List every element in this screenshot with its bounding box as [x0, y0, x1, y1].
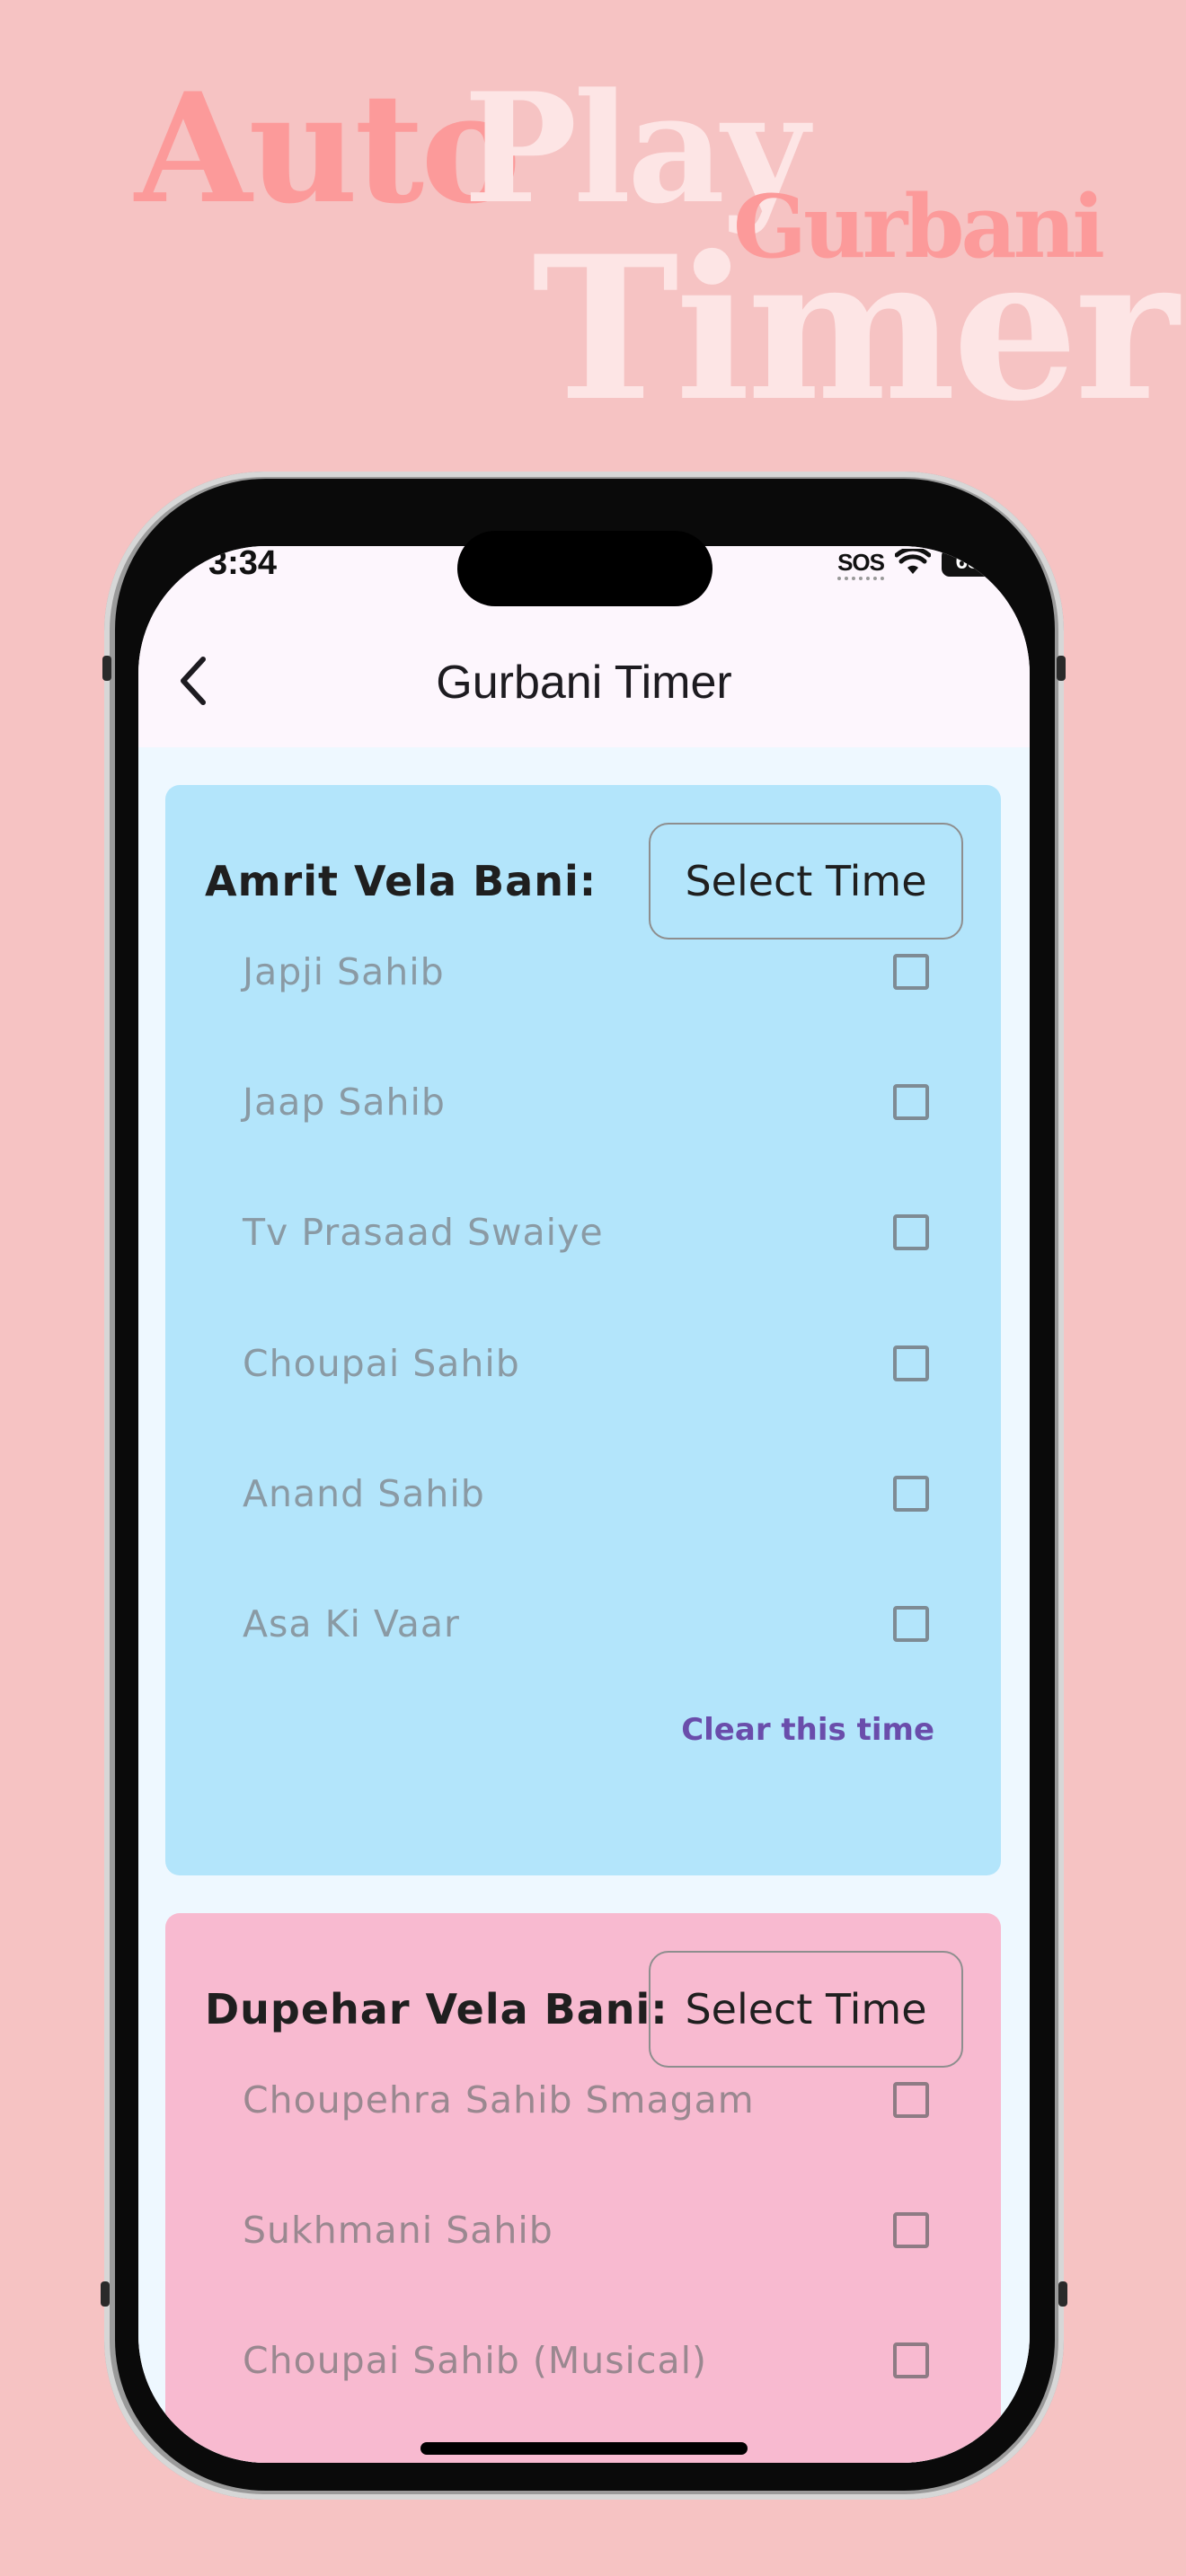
phone-side-button	[101, 2281, 110, 2307]
section-heading: Dupehar Vela Bani:	[205, 1985, 668, 2033]
list-item[interactable]: Jaap Sahib	[243, 1057, 929, 1147]
bani-label: Tv Prasaad Swaiye	[243, 1211, 604, 1254]
home-indicator[interactable]	[420, 2442, 748, 2455]
phone-side-button	[102, 656, 111, 681]
promo-word-timer: Timer	[532, 212, 1179, 445]
status-time: 3:34	[208, 546, 278, 582]
phone-side-button	[1058, 2281, 1067, 2307]
bani-label: Sukhmani Sahib	[243, 2209, 553, 2252]
bani-label: Japji Sahib	[243, 950, 445, 993]
checkbox[interactable]	[893, 1606, 929, 1642]
select-time-button[interactable]: Select Time	[649, 823, 963, 940]
section-card-dupehar-vela: Dupehar Vela Bani: Select Time Choupehra…	[165, 1913, 1001, 2463]
list-item[interactable]: Choupehra Sahib Smagam	[243, 2055, 929, 2145]
checkbox[interactable]	[893, 1214, 929, 1250]
wifi-icon	[895, 549, 931, 574]
list-item[interactable]: Asa Ki Vaar	[243, 1579, 929, 1669]
checkbox[interactable]	[893, 1345, 929, 1381]
list-item[interactable]: Choupai Sahib (Musical)	[243, 2316, 929, 2405]
checkbox[interactable]	[893, 2212, 929, 2248]
list-item[interactable]: Anand Sahib	[243, 1449, 929, 1539]
list-item[interactable]: Sukhmani Sahib	[243, 2185, 929, 2275]
section-heading: Amrit Vela Bani:	[205, 857, 597, 905]
clear-time-button[interactable]: Clear this time	[681, 1712, 934, 1748]
page-title: Gurbani Timer	[436, 657, 732, 709]
list-item[interactable]: Tv Prasaad Swaiye	[243, 1187, 929, 1277]
promo-heading: Auto Play Gurbani Timer	[0, 0, 1186, 445]
select-time-button[interactable]: Select Time	[649, 1951, 963, 2068]
status-icons: SOS 63	[837, 548, 999, 580]
promo-word-auto: Auto	[135, 59, 521, 237]
bani-label: Choupai Sahib	[243, 1342, 520, 1385]
phone-screen: 3:34 SOS 63 Gurbani Timer Amrit Vela Ban…	[138, 546, 1030, 2463]
bani-label: Asa Ki Vaar	[243, 1602, 460, 1645]
battery-indicator: 63	[942, 548, 999, 577]
phone-side-button	[1057, 656, 1066, 681]
bani-label: Jaap Sahib	[243, 1081, 446, 1124]
list-item[interactable]: Japji Sahib	[243, 927, 929, 1017]
checkbox[interactable]	[893, 2342, 929, 2378]
dynamic-island	[457, 531, 712, 606]
bani-label: Choupehra Sahib Smagam	[243, 2078, 755, 2122]
sos-indicator: SOS	[837, 548, 885, 580]
bani-label: Anand Sahib	[243, 1472, 485, 1515]
bani-label: Choupai Sahib (Musical)	[243, 2339, 708, 2382]
checkbox[interactable]	[893, 1084, 929, 1120]
checkbox[interactable]	[893, 954, 929, 990]
section-card-amrit-vela: Amrit Vela Bani: Select Time Japji Sahib…	[165, 785, 1001, 1875]
list-item[interactable]: Choupai Sahib	[243, 1319, 929, 1408]
checkbox[interactable]	[893, 1476, 929, 1512]
checkbox[interactable]	[893, 2082, 929, 2118]
